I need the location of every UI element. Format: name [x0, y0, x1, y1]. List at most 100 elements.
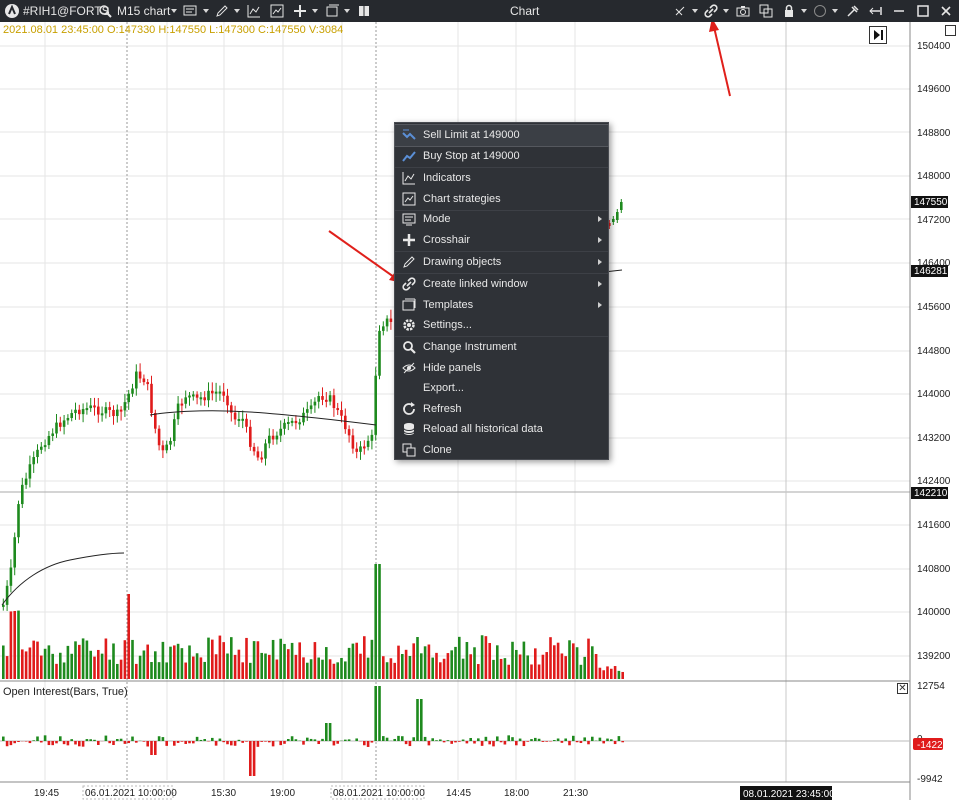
menu-item-drawing-objects[interactable]: Drawing objects [395, 252, 608, 273]
submenu-arrow-icon [598, 216, 602, 222]
menu-item-label: Reload all historical data [423, 423, 543, 435]
price-tick: 143200 [917, 433, 951, 444]
menu-item-reload-history[interactable]: Reload all historical data [395, 419, 608, 440]
menu-item-templates[interactable]: Templates [395, 295, 608, 316]
clone-icon[interactable] [758, 3, 774, 19]
menu-item-settings[interactable]: Settings... [395, 315, 608, 336]
menu-item-label: Hide panels [423, 362, 482, 374]
templates-icon [401, 297, 417, 313]
time-tick: 14:45 [446, 788, 471, 799]
crosshair-icon[interactable] [292, 3, 308, 19]
camera-icon[interactable] [735, 3, 751, 19]
gear-icon [401, 317, 417, 333]
maximize-icon[interactable] [915, 3, 931, 19]
submenu-arrow-icon [598, 237, 602, 243]
ma-value-label: 146281 [914, 266, 948, 277]
submenu-arrow-icon [598, 302, 602, 308]
hammer-icon[interactable] [845, 3, 861, 19]
pin-icon[interactable] [868, 3, 884, 19]
price-tick: 142400 [917, 476, 951, 487]
menu-item-refresh[interactable]: Refresh [395, 399, 608, 420]
timeframe-caret-icon[interactable] [171, 9, 177, 13]
time-tick: 08.01.2021 10:00:00 [333, 788, 425, 799]
lock-caret-icon[interactable] [801, 9, 807, 13]
chart-type-caret-icon[interactable] [203, 9, 209, 13]
price-tick: 144800 [917, 346, 951, 357]
price-tick: 140800 [917, 564, 951, 575]
time-tick: 06.01.2021 10:00:00 [85, 788, 177, 799]
mode-icon [401, 211, 417, 227]
close-icon[interactable] [938, 3, 954, 19]
templates-icon[interactable] [324, 3, 340, 19]
templates-caret-icon[interactable] [344, 9, 350, 13]
eye-icon [401, 360, 417, 376]
menu-item-buy-stop[interactable]: Buy Stop at 149000 [395, 146, 608, 167]
menu-item-create-linked-window[interactable]: Create linked window [395, 274, 608, 295]
time-tick: 15:30 [211, 788, 236, 799]
submenu-arrow-icon [598, 281, 602, 287]
menu-item-sell-limit[interactable]: Sell Limit at 149000 [394, 124, 609, 147]
menu-item-crosshair[interactable]: Crosshair [395, 230, 608, 251]
strategies-icon[interactable] [269, 3, 285, 19]
buy-stop-icon [401, 148, 417, 164]
color-circle-icon[interactable] [812, 3, 828, 19]
search-icon [401, 339, 417, 355]
menu-item-clone[interactable]: Clone [395, 440, 608, 461]
drawing-caret-icon[interactable] [234, 9, 240, 13]
search-icon[interactable] [97, 3, 113, 19]
menu-item-label: Drawing objects [423, 256, 502, 268]
menu-item-change-instrument[interactable]: Change Instrument [395, 337, 608, 358]
price-tick: 150400 [917, 41, 951, 52]
price-tick: 147200 [917, 215, 951, 226]
price-tick: 148800 [917, 128, 951, 139]
menu-item-label: Clone [423, 444, 452, 456]
timeframe-selector[interactable]: M15 chart [117, 0, 170, 22]
link-caret-icon[interactable] [723, 9, 729, 13]
skip-end-icon [874, 30, 883, 40]
link-icon[interactable] [703, 3, 719, 19]
menu-item-export[interactable]: Export... [395, 378, 608, 399]
price-tick: 149600 [917, 84, 951, 95]
menu-item-label: Templates [423, 299, 474, 311]
tools-icon[interactable] [672, 3, 688, 19]
chart-type-icon[interactable] [182, 3, 198, 19]
chart-window: #RIH1@FORTS M15 chart Chart 150400 14960… [0, 0, 959, 800]
color-caret-icon[interactable] [832, 9, 838, 13]
pencil-icon[interactable] [214, 3, 230, 19]
menu-item-indicators[interactable]: Indicators [395, 168, 608, 189]
database-icon [401, 421, 417, 437]
menu-item-label: Change Instrument [423, 341, 517, 353]
menu-item-label: Chart strategies [423, 193, 501, 205]
indicators-icon [401, 170, 417, 186]
cursor-time-label: 08.01.2021 23:45:00 [743, 789, 835, 800]
sell-limit-icon [401, 127, 417, 143]
time-tick: 18:00 [504, 788, 529, 799]
oi-current-label: -1422 [917, 740, 943, 751]
lock-icon[interactable] [781, 3, 797, 19]
indicator-close-icon[interactable]: ✕ [897, 683, 908, 694]
moving-average-line [1, 552, 125, 606]
oi-tick: 12754 [917, 681, 945, 692]
time-tick: 19:00 [270, 788, 295, 799]
scroll-to-end-button[interactable] [869, 26, 887, 44]
crosshair-caret-icon[interactable] [312, 9, 318, 13]
minimize-icon[interactable] [891, 3, 907, 19]
menu-item-label: Buy Stop at 149000 [423, 150, 520, 162]
price-tick: 140000 [917, 607, 951, 618]
tools-caret-icon[interactable] [692, 9, 698, 13]
book-icon[interactable] [356, 3, 372, 19]
menu-item-mode[interactable]: Mode [395, 209, 608, 230]
menu-item-label: Sell Limit at 149000 [423, 129, 520, 141]
price-tick: 139200 [917, 651, 951, 662]
oi-tick: -9942 [917, 774, 943, 785]
volume-bars [2, 564, 624, 679]
time-tick: 19:45 [34, 788, 59, 799]
indicators-icon[interactable] [246, 3, 262, 19]
menu-item-hide-panels[interactable]: Hide panels [395, 358, 608, 379]
menu-item-chart-strategies[interactable]: Chart strategies [395, 189, 608, 210]
pane-settings-icon[interactable] [945, 25, 956, 36]
link-icon [401, 276, 417, 292]
price-tick: 145600 [917, 302, 951, 313]
chart-toolbar: #RIH1@FORTS M15 chart Chart [0, 0, 959, 22]
price-tick: 144000 [917, 389, 951, 400]
